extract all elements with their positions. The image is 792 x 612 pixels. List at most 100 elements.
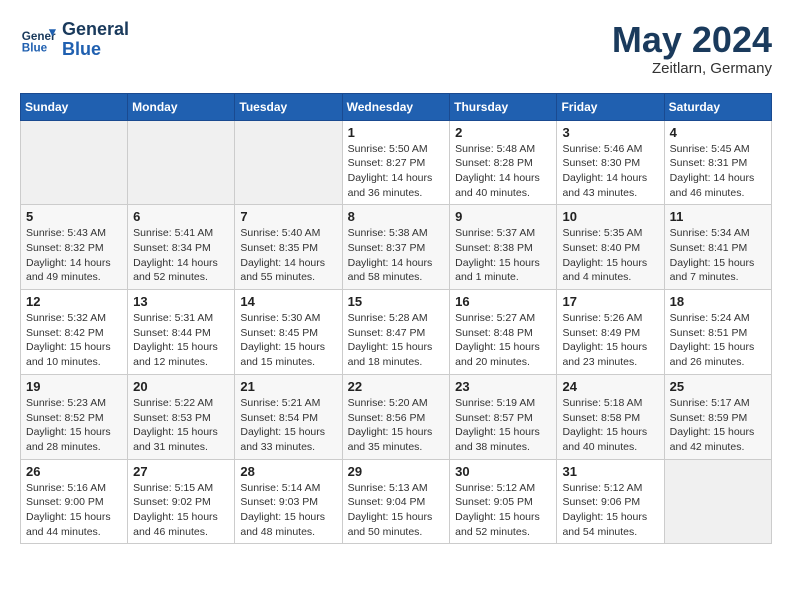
logo-text: General Blue: [62, 20, 129, 60]
calendar-cell: 7 Sunrise: 5:40 AM Sunset: 8:35 PM Daylig…: [235, 205, 342, 290]
cell-info: Sunrise: 5:16 AM Sunset: 9:00 PM Dayligh…: [26, 481, 122, 540]
cell-info: Sunrise: 5:35 AM Sunset: 8:40 PM Dayligh…: [562, 226, 658, 285]
day-number: 26: [26, 464, 122, 479]
col-header-friday: Friday: [557, 93, 664, 120]
cell-info: Sunrise: 5:28 AM Sunset: 8:47 PM Dayligh…: [348, 311, 445, 370]
calendar-week-row: 1 Sunrise: 5:50 AM Sunset: 8:27 PM Daylig…: [21, 120, 772, 205]
day-number: 10: [562, 209, 658, 224]
day-number: 30: [455, 464, 551, 479]
calendar-cell: 12Sunrise: 5:32 AM Sunset: 8:42 PM Dayli…: [21, 290, 128, 375]
cell-info: Sunrise: 5:12 AM Sunset: 9:05 PM Dayligh…: [455, 481, 551, 540]
day-number: 13: [133, 294, 229, 309]
day-number: 28: [240, 464, 336, 479]
cell-info: Sunrise: 5:24 AM Sunset: 8:51 PM Dayligh…: [670, 311, 766, 370]
calendar-cell: 22Sunrise: 5:20 AM Sunset: 8:56 PM Dayli…: [342, 374, 450, 459]
day-number: 29: [348, 464, 445, 479]
calendar-cell: 10 Sunrise: 5:35 AM Sunset: 8:40 PM Dayli…: [557, 205, 664, 290]
day-number: 23: [455, 379, 551, 394]
calendar-cell: 8Sunrise: 5:38 AM Sunset: 8:37 PM Daylig…: [342, 205, 450, 290]
day-number: 18: [670, 294, 766, 309]
logo-icon: General Blue: [20, 22, 56, 58]
cell-info: Sunrise: 5:32 AM Sunset: 8:42 PM Dayligh…: [26, 311, 122, 370]
calendar-cell: 13 Sunrise: 5:31 AM Sunset: 8:44 PM Dayli…: [128, 290, 235, 375]
cell-info: Sunrise: 5:13 AM Sunset: 9:04 PM Dayligh…: [348, 481, 445, 540]
day-number: 19: [26, 379, 122, 394]
col-header-wednesday: Wednesday: [342, 93, 450, 120]
cell-info: Sunrise: 5:27 AM Sunset: 8:48 PM Dayligh…: [455, 311, 551, 370]
calendar-week-row: 12Sunrise: 5:32 AM Sunset: 8:42 PM Dayli…: [21, 290, 772, 375]
day-number: 8: [348, 209, 445, 224]
calendar-cell: 2 Sunrise: 5:48 AM Sunset: 8:28 PM Daylig…: [450, 120, 557, 205]
month-year-title: May 2024: [612, 20, 772, 60]
calendar-cell: 29 Sunrise: 5:13 AM Sunset: 9:04 PM Dayli…: [342, 459, 450, 544]
cell-info: Sunrise: 5:37 AM Sunset: 8:38 PM Dayligh…: [455, 226, 551, 285]
cell-info: Sunrise: 5:12 AM Sunset: 9:06 PM Dayligh…: [562, 481, 658, 540]
cell-info: Sunrise: 5:50 AM Sunset: 8:27 PM Dayligh…: [348, 142, 445, 201]
calendar-cell: 14 Sunrise: 5:30 AM Sunset: 8:45 PM Dayli…: [235, 290, 342, 375]
page-header: General Blue General Blue May 2024 Zeitl…: [20, 20, 772, 77]
day-number: 22: [348, 379, 445, 394]
location-subtitle: Zeitlarn, Germany: [612, 60, 772, 77]
cell-info: Sunrise: 5:21 AM Sunset: 8:54 PM Dayligh…: [240, 396, 336, 455]
cell-info: Sunrise: 5:26 AM Sunset: 8:49 PM Dayligh…: [562, 311, 658, 370]
svg-text:Blue: Blue: [22, 41, 48, 54]
calendar-cell: [235, 120, 342, 205]
days-of-week-row: SundayMondayTuesdayWednesdayThursdayFrid…: [21, 93, 772, 120]
col-header-sunday: Sunday: [21, 93, 128, 120]
col-header-thursday: Thursday: [450, 93, 557, 120]
calendar-cell: 16 Sunrise: 5:27 AM Sunset: 8:48 PM Dayli…: [450, 290, 557, 375]
cell-info: Sunrise: 5:23 AM Sunset: 8:52 PM Dayligh…: [26, 396, 122, 455]
calendar-cell: 1 Sunrise: 5:50 AM Sunset: 8:27 PM Daylig…: [342, 120, 450, 205]
calendar-week-row: 26 Sunrise: 5:16 AM Sunset: 9:00 PM Dayli…: [21, 459, 772, 544]
calendar-cell: 17 Sunrise: 5:26 AM Sunset: 8:49 PM Dayli…: [557, 290, 664, 375]
calendar-cell: 21 Sunrise: 5:21 AM Sunset: 8:54 PM Dayli…: [235, 374, 342, 459]
calendar-cell: 20Sunrise: 5:22 AM Sunset: 8:53 PM Dayli…: [128, 374, 235, 459]
calendar-cell: [664, 459, 771, 544]
calendar-cell: 30 Sunrise: 5:12 AM Sunset: 9:05 PM Dayli…: [450, 459, 557, 544]
calendar-cell: 6 Sunrise: 5:41 AM Sunset: 8:34 PM Daylig…: [128, 205, 235, 290]
day-number: 17: [562, 294, 658, 309]
day-number: 2: [455, 125, 551, 140]
calendar-cell: 11 Sunrise: 5:34 AM Sunset: 8:41 PM Dayli…: [664, 205, 771, 290]
day-number: 9: [455, 209, 551, 224]
day-number: 6: [133, 209, 229, 224]
cell-info: Sunrise: 5:41 AM Sunset: 8:34 PM Dayligh…: [133, 226, 229, 285]
col-header-saturday: Saturday: [664, 93, 771, 120]
cell-info: Sunrise: 5:45 AM Sunset: 8:31 PM Dayligh…: [670, 142, 766, 201]
title-block: May 2024 Zeitlarn, Germany: [612, 20, 772, 77]
day-number: 11: [670, 209, 766, 224]
cell-info: Sunrise: 5:48 AM Sunset: 8:28 PM Dayligh…: [455, 142, 551, 201]
day-number: 27: [133, 464, 229, 479]
cell-info: Sunrise: 5:34 AM Sunset: 8:41 PM Dayligh…: [670, 226, 766, 285]
calendar-table: SundayMondayTuesdayWednesdayThursdayFrid…: [20, 93, 772, 545]
calendar-cell: [128, 120, 235, 205]
calendar-cell: 4 Sunrise: 5:45 AM Sunset: 8:31 PM Daylig…: [664, 120, 771, 205]
calendar-cell: [21, 120, 128, 205]
cell-info: Sunrise: 5:15 AM Sunset: 9:02 PM Dayligh…: [133, 481, 229, 540]
col-header-monday: Monday: [128, 93, 235, 120]
day-number: 4: [670, 125, 766, 140]
day-number: 14: [240, 294, 336, 309]
calendar-cell: 18 Sunrise: 5:24 AM Sunset: 8:51 PM Dayli…: [664, 290, 771, 375]
cell-info: Sunrise: 5:40 AM Sunset: 8:35 PM Dayligh…: [240, 226, 336, 285]
cell-info: Sunrise: 5:30 AM Sunset: 8:45 PM Dayligh…: [240, 311, 336, 370]
cell-info: Sunrise: 5:17 AM Sunset: 8:59 PM Dayligh…: [670, 396, 766, 455]
day-number: 21: [240, 379, 336, 394]
day-number: 7: [240, 209, 336, 224]
day-number: 15: [348, 294, 445, 309]
day-number: 1: [348, 125, 445, 140]
cell-info: Sunrise: 5:31 AM Sunset: 8:44 PM Dayligh…: [133, 311, 229, 370]
calendar-cell: 27 Sunrise: 5:15 AM Sunset: 9:02 PM Dayli…: [128, 459, 235, 544]
calendar-cell: 25Sunrise: 5:17 AM Sunset: 8:59 PM Dayli…: [664, 374, 771, 459]
cell-info: Sunrise: 5:19 AM Sunset: 8:57 PM Dayligh…: [455, 396, 551, 455]
day-number: 24: [562, 379, 658, 394]
day-number: 16: [455, 294, 551, 309]
calendar-cell: 3Sunrise: 5:46 AM Sunset: 8:30 PM Daylig…: [557, 120, 664, 205]
calendar-cell: 24 Sunrise: 5:18 AM Sunset: 8:58 PM Dayli…: [557, 374, 664, 459]
cell-info: Sunrise: 5:18 AM Sunset: 8:58 PM Dayligh…: [562, 396, 658, 455]
logo: General Blue General Blue: [20, 20, 129, 60]
calendar-cell: 28Sunrise: 5:14 AM Sunset: 9:03 PM Dayli…: [235, 459, 342, 544]
cell-info: Sunrise: 5:46 AM Sunset: 8:30 PM Dayligh…: [562, 142, 658, 201]
calendar-cell: 9 Sunrise: 5:37 AM Sunset: 8:38 PM Daylig…: [450, 205, 557, 290]
calendar-cell: 31Sunrise: 5:12 AM Sunset: 9:06 PM Dayli…: [557, 459, 664, 544]
